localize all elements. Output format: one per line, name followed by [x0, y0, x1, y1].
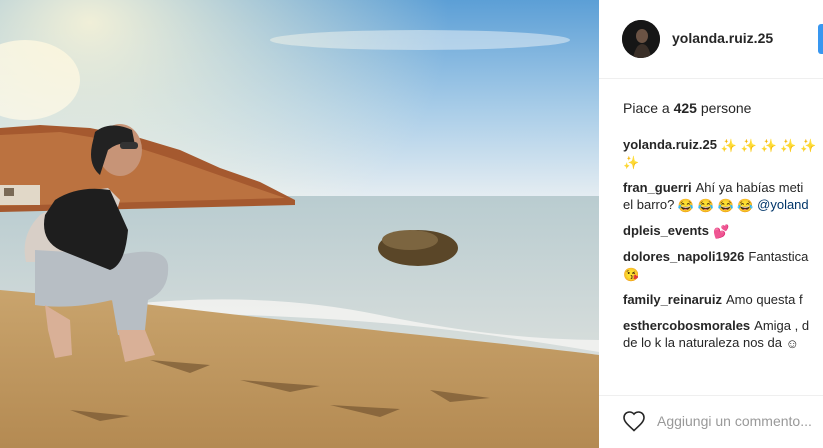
comment-username[interactable]: family_reinaruiz [623, 292, 722, 307]
comment-mention[interactable]: @yoland [757, 197, 809, 212]
comments-list: yolanda.ruiz.25 ✨ ✨ ✨ ✨ ✨ ✨ fran_guerri Ah… [623, 136, 823, 360]
comment-text: Amiga , d [754, 318, 810, 333]
post-username[interactable]: yolanda.ruiz.25 [672, 30, 773, 46]
comment: dpleis_events 💕 [623, 222, 823, 239]
follow-button[interactable] [818, 24, 823, 54]
comment-text: de lo k la naturaleza nos da [623, 335, 786, 350]
comment-username[interactable]: dolores_napoli1926 [623, 249, 744, 264]
post-photo[interactable] [0, 0, 599, 448]
kiss-emoji: 😘 [623, 267, 640, 282]
add-comment-input[interactable]: Aggiungi un commento... [657, 413, 812, 429]
likes-number: 425 [673, 100, 697, 116]
laughing-emoji: 😂 😂 😂 😂 [677, 198, 754, 213]
comment-text: Fantastica [748, 249, 809, 264]
sparkles-emoji: ✨ [623, 155, 640, 170]
comment: yolanda.ruiz.25 ✨ ✨ ✨ ✨ ✨ ✨ [623, 136, 823, 170]
comment: family_reinaruiz Amo questa f [623, 291, 823, 308]
comment-text: el barro? [623, 197, 678, 212]
post-footer: Aggiungi un commento... [599, 395, 823, 448]
comment-username[interactable]: dpleis_events [623, 223, 709, 238]
comment-text: Amo questa f [726, 292, 803, 307]
post-sidebar: yolanda.ruiz.25 Piace a 425 persone yola… [599, 0, 823, 448]
comment: esthercobosmorales Amiga , d de lo k la n… [623, 317, 823, 351]
sparkles-emoji: ✨ ✨ ✨ ✨ ✨ [720, 138, 817, 153]
comment-username[interactable]: yolanda.ruiz.25 [623, 137, 717, 152]
comment: fran_guerri Ahí ya habías meti el barro? … [623, 179, 823, 213]
heart-outline-icon[interactable] [622, 410, 646, 432]
likes-count[interactable]: Piace a 425 persone [623, 100, 751, 116]
comment: dolores_napoli1926 Fantastica 😘 [623, 248, 823, 282]
smile-emoji: ☺ [785, 336, 799, 351]
profile-avatar[interactable] [622, 20, 660, 58]
likes-prefix: Piace a [623, 100, 674, 116]
likes-suffix: persone [696, 100, 752, 116]
comment-text: Ahí ya habías meti [695, 180, 804, 195]
comment-username[interactable]: fran_guerri [623, 180, 692, 195]
comment-username[interactable]: esthercobosmorales [623, 318, 750, 333]
hearts-emoji: 💕 [713, 224, 730, 239]
post-header: yolanda.ruiz.25 [599, 0, 823, 79]
